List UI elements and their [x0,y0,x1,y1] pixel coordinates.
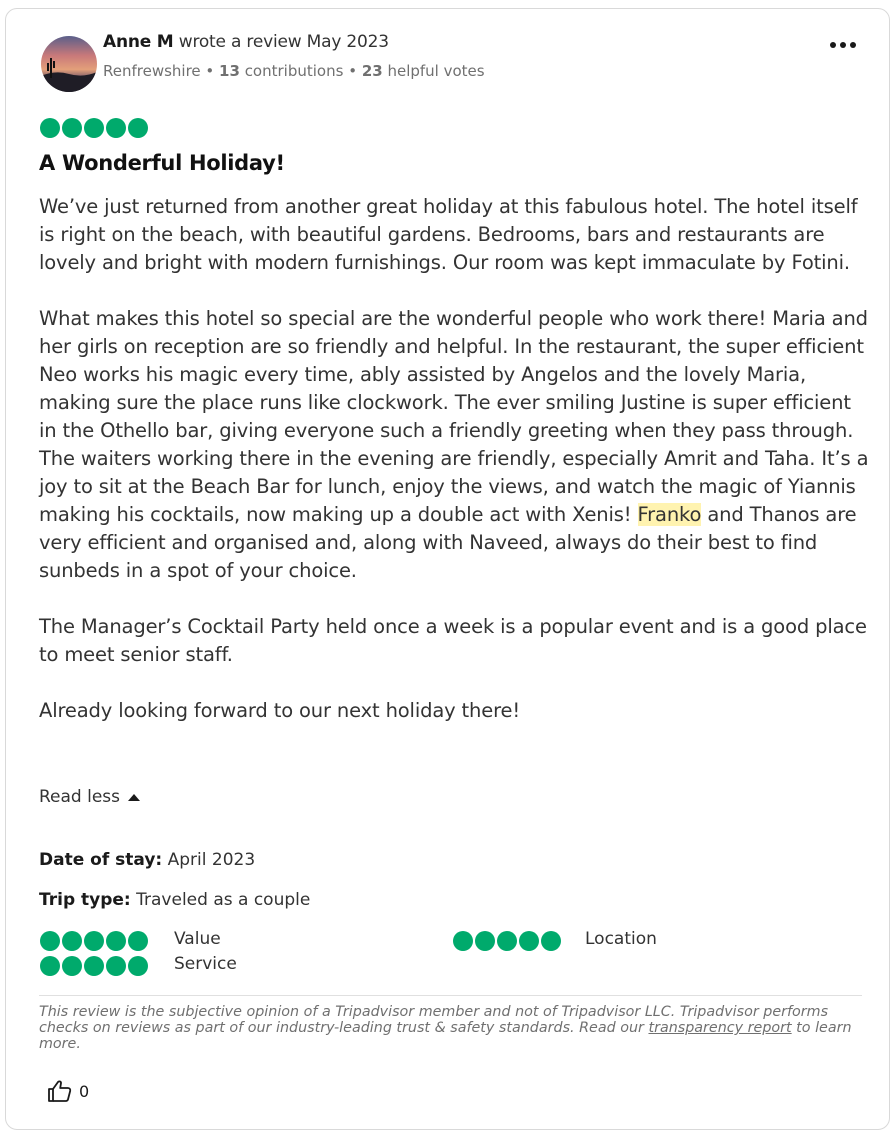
separator-dot: • [343,62,362,80]
rating-bubble-icon [62,118,82,138]
subrating-label-service: Service [174,954,237,974]
rating-bubble-icon [475,931,495,951]
contributions-label: contributions [239,62,344,80]
date-of-stay-label: Date of stay: [39,850,163,870]
caret-up-icon [128,793,141,801]
more-options-icon[interactable] [828,34,860,56]
divider [39,995,862,996]
rating-bubble-icon [128,118,148,138]
avatar[interactable] [41,36,97,92]
disclaimer: This review is the subjective opinion of… [39,1004,864,1052]
helpful-vote-button[interactable]: 0 [47,1079,89,1103]
rating-bubble-icon [106,118,126,138]
review-text: What makes this hotel so special are the… [39,307,869,526]
rating-bubble-icon [40,956,60,976]
rating-bubble-icon [40,931,60,951]
review-action-text: wrote a review May 2023 [173,32,389,52]
rating-bubble-icon [84,931,104,951]
avatar-sunset-image [41,36,97,92]
subrating-service-bubbles [40,956,148,976]
reviewer-name[interactable]: Anne M [103,32,174,52]
subrating-location-bubbles [453,931,561,951]
helpful-vote-count: 0 [79,1081,90,1101]
helpful-votes-label: helpful votes [382,62,485,80]
rating-bubble-icon [497,931,517,951]
rating-bubble-icon [84,956,104,976]
trip-type-value: Traveled as a couple [130,890,311,910]
rating-bubble-icon [128,931,148,951]
rating-bubble-icon [128,956,148,976]
date-of-stay-value: April 2023 [162,850,256,870]
read-less-label: Read less [39,787,121,807]
rating-bubble-icon [62,956,82,976]
review-paragraph: What makes this hotel so special are the… [39,305,869,585]
overall-rating-bubbles [40,118,148,138]
rating-bubble-icon [40,118,60,138]
trip-type: Trip type: Traveled as a couple [39,890,310,910]
contributions-count: 13 [219,62,240,80]
review-body: We’ve just returned from another great h… [39,193,869,725]
reviewer-location: Renfrewshire [103,62,201,80]
subrating-label-location: Location [585,929,657,949]
date-of-stay: Date of stay: April 2023 [39,850,255,870]
rating-bubble-icon [519,931,539,951]
rating-bubble-icon [62,931,82,951]
subrating-value-bubbles [40,931,148,951]
rating-bubble-icon [84,118,104,138]
review-paragraph: The Manager’s Cocktail Party held once a… [39,615,867,666]
rating-bubble-icon [106,931,126,951]
transparency-report-link[interactable]: transparency report [648,1020,791,1036]
trip-type-label: Trip type: [39,890,131,910]
review-paragraph: Already looking forward to our next holi… [39,699,521,722]
subrating-label-value: Value [174,929,221,949]
rating-bubble-icon [453,931,473,951]
helpful-votes-count: 23 [361,62,383,80]
review-paragraph: We’ve just returned from another great h… [39,195,858,274]
review-header-line: Anne M wrote a review May 2023 [103,32,389,52]
reviewer-stats: Renfrewshire • 13 contributions • 23 hel… [103,62,485,80]
rating-bubble-icon [541,931,561,951]
separator-dot: • [200,62,220,80]
thumbs-up-icon [48,1080,72,1102]
review-title: A Wonderful Holiday! [39,151,285,175]
read-less-button[interactable]: Read less [39,787,141,807]
highlighted-term: Franko [637,503,702,526]
rating-bubble-icon [106,956,126,976]
